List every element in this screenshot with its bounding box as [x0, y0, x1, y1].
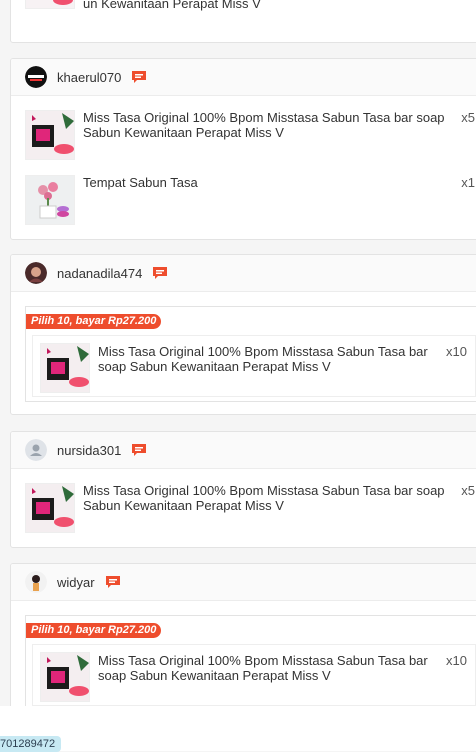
order-item[interactable]: Miss Tasa Original 100% Bpom Misstasa Sa… — [25, 110, 476, 162]
chat-bubble-icon[interactable] — [131, 443, 147, 457]
order-id-tag: 701289472 — [0, 736, 62, 752]
item-name: Miss Tasa Original 100% Bpom Misstasa Sa… — [98, 344, 428, 374]
order-header: nadanadila474 — [11, 255, 476, 292]
order-item[interactable]: Miss Tasa Original 100% Bpom Misstasa Sa… — [32, 335, 476, 397]
username[interactable]: khaerul070 — [57, 70, 121, 85]
item-name: Miss Tasa Original 100% Bpom Misstasa Sa… — [83, 110, 445, 140]
order-card: nursida301 Miss Tasa Original 100% Bpom … — [10, 431, 476, 548]
order-item[interactable]: Miss Tasa Original 100% Bpom Misstasa Sa… — [32, 644, 476, 706]
order-item[interactable]: Tempat Sabun Tasa x1 — [25, 175, 476, 227]
item-quantity: x1 — [461, 175, 475, 190]
order-item[interactable]: Miss Tasa Original 100% Bpom Misstasa Sa… — [25, 483, 476, 535]
order-header: khaerul070 — [11, 59, 476, 96]
item-name: Tempat Sabun Tasa — [83, 175, 198, 190]
item-quantity: x5 — [461, 110, 475, 125]
username[interactable]: widyar — [57, 575, 95, 590]
avatar[interactable] — [25, 262, 47, 284]
item-quantity: x5 — [461, 483, 475, 498]
order-header: widyar — [11, 564, 476, 601]
item-name: Miss Tasa Original 100% Bpom Misstasa Sa… — [98, 653, 428, 683]
product-thumbnail[interactable] — [25, 175, 75, 225]
chat-bubble-icon[interactable] — [152, 266, 168, 280]
bundle-deal-badge: Pilih 10, bayar Rp27.200 — [26, 314, 162, 329]
order-card: nadanadila474 Pilih 10, bayar Rp27.200 M… — [10, 254, 476, 415]
order-card: widyar Pilih 10, bayar Rp27.200 Miss Tas… — [10, 563, 476, 723]
product-thumbnail[interactable] — [40, 343, 90, 393]
avatar[interactable] — [25, 571, 47, 593]
product-thumbnail[interactable] — [25, 110, 75, 160]
bundle-deal-group: Pilih 10, bayar Rp27.200 Miss Tasa Origi… — [25, 615, 476, 711]
item-name: Miss Tasa Original 100% Bpom Misstasa Sa… — [83, 483, 445, 513]
chat-bubble-icon[interactable] — [131, 70, 147, 84]
order-card: khaerul070 Miss Tasa Original 100% Bpom … — [10, 58, 476, 240]
username[interactable]: nadanadila474 — [57, 266, 142, 281]
bottom-bar — [0, 706, 476, 751]
avatar[interactable] — [25, 439, 47, 461]
product-thumbnail[interactable] — [40, 652, 90, 702]
item-quantity: x10 — [446, 344, 467, 359]
item-name-fragment: un Kewanitaan Perapat Miss V — [83, 0, 261, 11]
item-quantity: x10 — [446, 653, 467, 668]
bundle-deal-badge: Pilih 10, bayar Rp27.200 — [26, 623, 162, 638]
order-card-partial: un Kewanitaan Perapat Miss V — [10, 0, 476, 43]
product-thumbnail[interactable] — [25, 0, 75, 9]
username[interactable]: nursida301 — [57, 443, 121, 458]
product-thumbnail[interactable] — [25, 483, 75, 533]
chat-bubble-icon[interactable] — [105, 575, 121, 589]
bundle-deal-group: Pilih 10, bayar Rp27.200 Miss Tasa Origi… — [25, 306, 476, 402]
avatar[interactable] — [25, 66, 47, 88]
order-header: nursida301 — [11, 432, 476, 469]
